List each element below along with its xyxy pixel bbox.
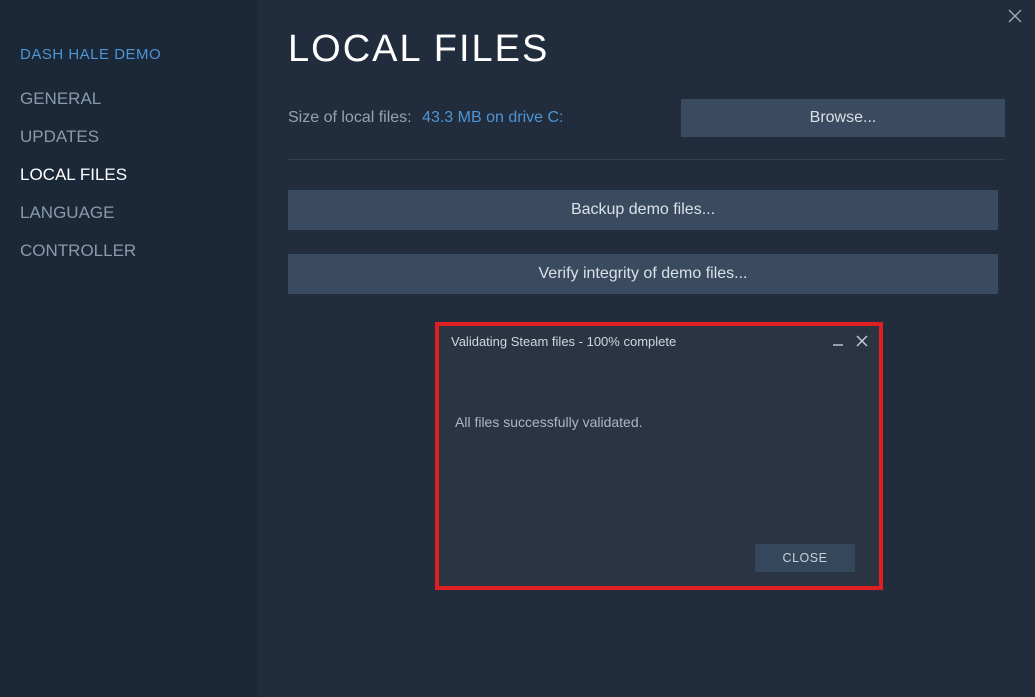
sidebar-item-language[interactable]: LANGUAGE bbox=[20, 203, 238, 223]
backup-button[interactable]: Backup demo files... bbox=[288, 190, 998, 230]
verify-button[interactable]: Verify integrity of demo files... bbox=[288, 254, 998, 294]
size-row: Size of local files: 43.3 MB on drive C:… bbox=[288, 99, 1005, 137]
dialog-body: All files successfully validated. bbox=[439, 356, 879, 430]
sidebar-item-updates[interactable]: UPDATES bbox=[20, 127, 238, 147]
size-label: Size of local files: bbox=[288, 109, 412, 126]
sidebar-item-controller[interactable]: CONTROLLER bbox=[20, 241, 238, 261]
dialog-message: All files successfully validated. bbox=[455, 414, 863, 430]
browse-button[interactable]: Browse... bbox=[681, 99, 1005, 137]
dialog-close-button[interactable]: CLOSE bbox=[755, 544, 855, 572]
sidebar-item-general[interactable]: GENERAL bbox=[20, 89, 238, 109]
sidebar-item-local-files[interactable]: LOCAL FILES bbox=[20, 165, 238, 185]
minimize-icon[interactable] bbox=[829, 332, 847, 350]
sidebar: DASH HALE DEMO GENERAL UPDATES LOCAL FIL… bbox=[0, 0, 258, 697]
sidebar-game-title: DASH HALE DEMO bbox=[20, 46, 238, 63]
dialog-titlebar: Validating Steam files - 100% complete bbox=[439, 326, 879, 356]
page-title: LOCAL FILES bbox=[288, 28, 1005, 71]
dialog-footer: CLOSE bbox=[755, 544, 855, 572]
divider bbox=[288, 159, 1005, 160]
validation-dialog: Validating Steam files - 100% complete A… bbox=[435, 322, 883, 590]
dialog-title: Validating Steam files - 100% complete bbox=[451, 334, 823, 349]
size-value: 43.3 MB on drive C: bbox=[422, 109, 563, 126]
close-icon[interactable] bbox=[853, 332, 871, 350]
close-window-icon[interactable] bbox=[1005, 6, 1025, 26]
